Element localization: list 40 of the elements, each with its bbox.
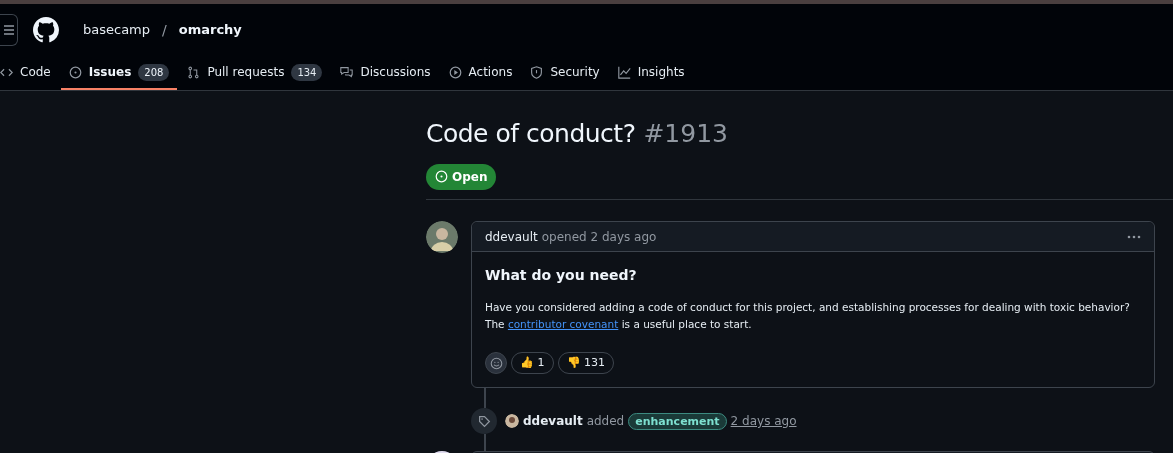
repo-tab[interactable]: Discussions — [332, 56, 439, 90]
smiley-icon — [489, 356, 503, 370]
add-reaction-button[interactable] — [485, 352, 507, 374]
repo-link[interactable]: omarchy — [178, 20, 242, 40]
owner-link[interactable]: basecamp — [83, 20, 151, 40]
contributor-covenant-link[interactable]: contributor covenant — [507, 318, 619, 330]
more-options-icon[interactable] — [1127, 234, 1141, 239]
author-link[interactable]: ddevault — [485, 227, 538, 246]
status-badge: Open — [426, 163, 497, 190]
event-action: added — [586, 413, 625, 430]
tag-icon — [477, 414, 491, 428]
repo-tab[interactable]: Insights — [609, 56, 693, 90]
avatar[interactable] — [426, 221, 458, 253]
repo-tab[interactable]: Pull requests 134 — [179, 56, 331, 90]
avatar[interactable] — [505, 414, 519, 428]
menu-button[interactable] — [0, 14, 18, 46]
repo-tab[interactable]: Actions — [440, 56, 521, 90]
actor-link[interactable]: ddevault — [523, 412, 583, 430]
shield-icon — [530, 65, 544, 79]
event-time-link[interactable]: 2 days ago — [730, 412, 797, 430]
repo-tab[interactable]: Code — [0, 56, 59, 90]
breadcrumb-separator: / — [162, 20, 167, 40]
comment-meta: opened 2 days ago — [541, 228, 657, 246]
speech-bubbles-icon — [340, 65, 354, 79]
repo-tab[interactable]: Security — [522, 56, 608, 90]
play-icon — [448, 65, 462, 79]
issue-number: #1913 — [643, 118, 728, 150]
count-badge: 208 — [138, 63, 170, 81]
repo-tab[interactable]: Issues 208 — [60, 56, 178, 90]
circle-dot-icon — [68, 65, 82, 79]
count-badge: 134 — [291, 63, 323, 81]
pull-request-icon — [187, 65, 201, 79]
menu-icon — [2, 24, 15, 36]
octocat-logo-icon[interactable] — [33, 17, 59, 43]
label-tag[interactable]: enhancement — [628, 412, 727, 430]
open-issue-icon — [435, 170, 448, 183]
comment-text: Have you considered adding a code of conduct for this project, and establishing processes for dealing with toxic behavior? The contributor covenant is a useful place to start. — [485, 300, 1131, 332]
comment-heading: What do you need? — [485, 266, 638, 285]
issue-title: Code of conduct? — [426, 118, 636, 150]
graph-icon — [617, 65, 631, 79]
